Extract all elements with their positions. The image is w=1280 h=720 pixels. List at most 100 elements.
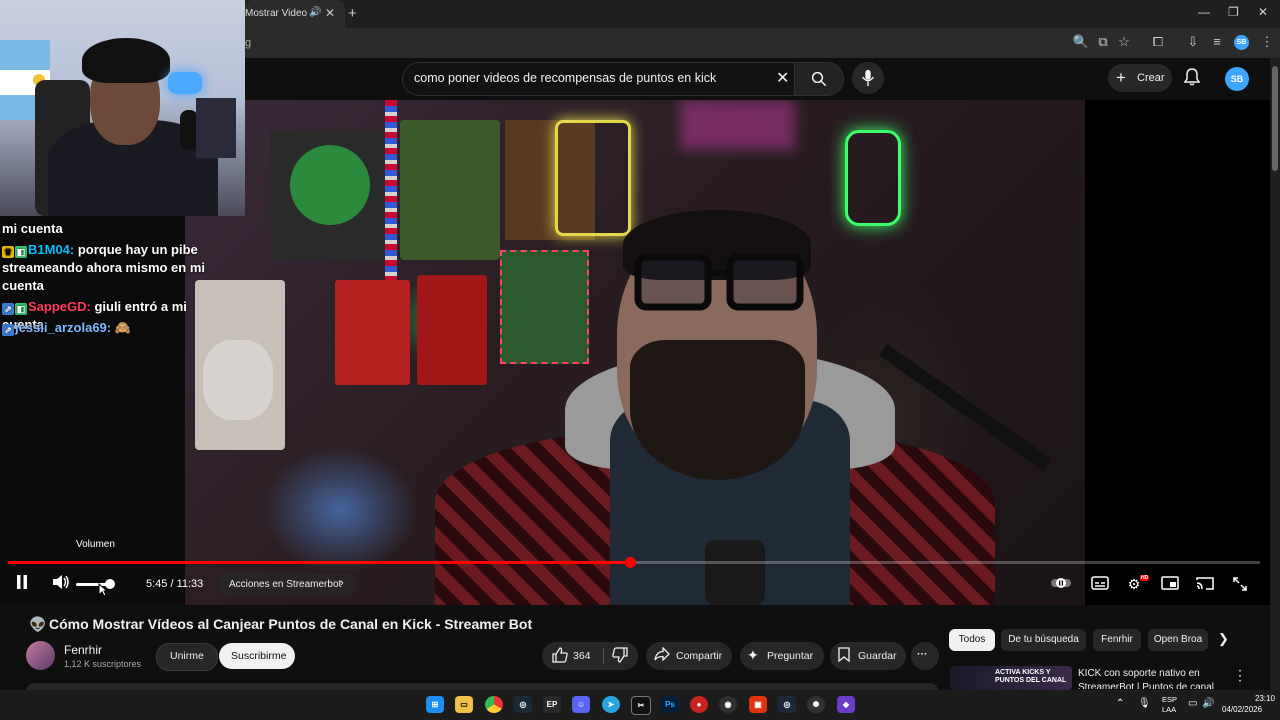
- chip-fenrhir[interactable]: Fenrhir: [1093, 629, 1141, 651]
- ask-label: Preguntar: [767, 650, 814, 662]
- chevron-right-icon: ›: [340, 577, 344, 589]
- channel-name[interactable]: Fenrhir: [64, 643, 102, 657]
- chat-text: 🙈: [111, 320, 131, 335]
- input-language[interactable]: ESP: [1162, 695, 1177, 704]
- search-query[interactable]: como poner videos de recompensas de punt…: [414, 71, 716, 85]
- tab-close-icon[interactable]: ✕: [325, 6, 335, 20]
- mic-tray-icon[interactable]: 🎙: [1138, 698, 1151, 709]
- zoom-icon[interactable]: 🔍: [1072, 34, 1090, 50]
- autoplay-icon: [1051, 578, 1071, 588]
- poster-beer: [417, 275, 487, 385]
- input-layout[interactable]: LAA: [1162, 705, 1176, 714]
- openai-icon[interactable]: ✺: [807, 696, 825, 713]
- epic-icon[interactable]: EP: [543, 696, 561, 713]
- cast-button[interactable]: [1195, 576, 1215, 593]
- bookmark-star-icon[interactable]: ☆: [1115, 34, 1133, 50]
- new-tab-button[interactable]: +: [348, 5, 357, 22]
- recommended-title[interactable]: KICK con soporte nativo en StreamerBot |…: [1078, 667, 1218, 689]
- subscribe-label: Suscribirme: [231, 650, 287, 662]
- browser-profile-avatar[interactable]: SB: [1234, 35, 1249, 50]
- sub-badge-icon: ◧: [15, 246, 27, 258]
- crown-badge-icon: ♛: [2, 246, 14, 258]
- rick-logo: [290, 145, 370, 225]
- chevron-up-icon[interactable]: ⌃: [1116, 698, 1124, 709]
- media-control-icon[interactable]: ≡: [1208, 34, 1226, 49]
- chat-message: mi cuenta: [2, 220, 222, 238]
- chat-text: mi cuenta: [2, 221, 63, 236]
- maximize-button[interactable]: ❐: [1228, 5, 1239, 19]
- joker-face: [203, 340, 273, 420]
- pink-glow: [680, 100, 795, 150]
- video-player[interactable]: [185, 100, 1085, 605]
- chevron-right-icon[interactable]: ❯: [1218, 631, 1229, 647]
- browser-menu-icon[interactable]: ⋮: [1258, 34, 1276, 50]
- streamerbot-icon[interactable]: ◆: [837, 696, 855, 713]
- steam-2-icon[interactable]: ◎: [778, 696, 796, 713]
- alien-emoji-icon: 👽: [29, 616, 47, 632]
- chat-username[interactable]: SappeGD:: [28, 299, 91, 314]
- save-label: Guardar: [858, 650, 897, 662]
- speaker-tray-icon[interactable]: 🔊: [1202, 698, 1214, 709]
- mouse-cursor-icon: [98, 582, 109, 600]
- chip-open-broadcaster[interactable]: Open Broa: [1148, 629, 1208, 651]
- record-icon[interactable]: ●: [690, 696, 708, 713]
- network-icon[interactable]: ▭: [1188, 698, 1197, 709]
- pause-button[interactable]: [15, 574, 29, 594]
- bell-icon[interactable]: [1183, 68, 1201, 90]
- chat-username[interactable]: jessii_arzola69:: [15, 320, 111, 335]
- photoshop-icon[interactable]: Ps: [661, 696, 679, 713]
- url-text[interactable]: g: [245, 37, 251, 49]
- progress-scrubber[interactable]: [625, 557, 636, 568]
- create-label: Crear: [1137, 72, 1165, 84]
- speaker-icon[interactable]: 🔊: [309, 7, 321, 18]
- download-icon[interactable]: ⇩: [1184, 34, 1202, 50]
- webcam-overlay: [0, 0, 245, 216]
- autoplay-toggle[interactable]: [1051, 576, 1071, 592]
- chat-username[interactable]: B1M04:: [28, 242, 74, 257]
- neon-rock-hand: [845, 130, 901, 226]
- tab-title[interactable]: Mostrar Videos al: [245, 8, 307, 19]
- obs-icon[interactable]: ◉: [719, 696, 737, 713]
- gear-icon: ⚙: [1127, 576, 1141, 592]
- steam-icon[interactable]: ◎: [514, 696, 532, 713]
- window-close-button[interactable]: ✕: [1258, 5, 1268, 19]
- avatar[interactable]: SB: [1225, 67, 1249, 91]
- file-explorer-icon[interactable]: ▭: [455, 696, 473, 713]
- extensions-icon[interactable]: ⧠: [1149, 34, 1167, 50]
- clear-search-icon[interactable]: ✕: [776, 68, 789, 88]
- capcut-icon[interactable]: ✂: [631, 696, 651, 715]
- telegram-icon[interactable]: ➤: [602, 696, 620, 713]
- dislike-button[interactable]: [612, 647, 628, 666]
- volume-button[interactable]: [52, 574, 70, 594]
- like-button[interactable]: [552, 647, 568, 666]
- thumbs-down-icon: [612, 647, 628, 663]
- wall-poster: [196, 98, 236, 158]
- kebab-menu-icon[interactable]: ⋮: [1233, 667, 1247, 684]
- subtitles-button[interactable]: [1090, 576, 1110, 593]
- channel-avatar[interactable]: [26, 641, 55, 670]
- prime-badge-icon: ⇗: [2, 303, 14, 315]
- search-button[interactable]: [794, 62, 844, 96]
- bookmark-icon: [838, 647, 850, 665]
- argentina-flag: [0, 40, 50, 70]
- chip-todos[interactable]: Todos: [949, 629, 995, 651]
- translate-icon[interactable]: ⧉: [1094, 34, 1112, 50]
- minimize-button[interactable]: —: [1198, 5, 1210, 19]
- sparkle-icon: ✦: [747, 647, 759, 663]
- plus-icon: +: [1116, 68, 1126, 87]
- like-count: 364: [573, 650, 591, 662]
- chip-de-tu-busqueda[interactable]: De tu búsqueda: [1001, 629, 1086, 651]
- clock-time[interactable]: 23:10: [1245, 694, 1275, 703]
- volume-tooltip: Volumen: [76, 539, 115, 550]
- blue-light: [168, 72, 202, 94]
- discord-icon[interactable]: ☺: [572, 696, 590, 713]
- clock-date[interactable]: 04/02/2026: [1222, 705, 1262, 714]
- voice-search-button[interactable]: [852, 62, 884, 94]
- share-icon: [654, 646, 670, 664]
- chrome-icon[interactable]: [485, 696, 503, 713]
- fullscreen-button[interactable]: [1230, 576, 1250, 595]
- app-red-icon[interactable]: ▣: [749, 696, 767, 713]
- miniplayer-button[interactable]: [1160, 576, 1180, 593]
- windows-start-icon[interactable]: ⊞: [426, 696, 444, 713]
- scrollbar-thumb[interactable]: [1272, 66, 1278, 171]
